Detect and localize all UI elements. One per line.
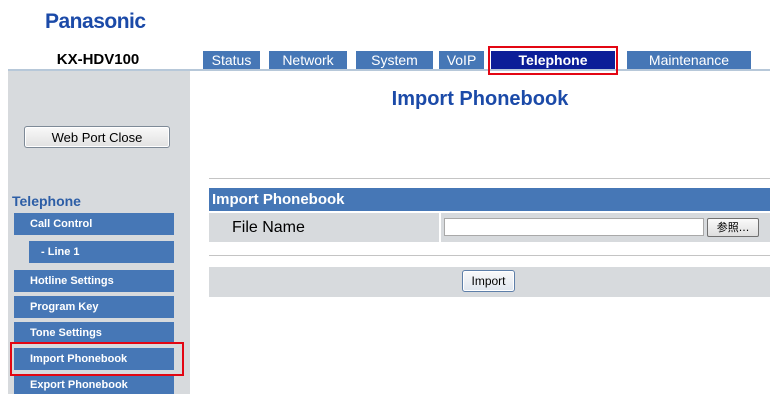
file-name-label: File Name bbox=[209, 213, 439, 242]
sidebar-item-program-key[interactable]: Program Key bbox=[14, 296, 174, 318]
section-header: Import Phonebook bbox=[209, 188, 770, 211]
tab-voip[interactable]: VoIP bbox=[439, 51, 484, 70]
action-bar: Import bbox=[209, 267, 770, 297]
sidebar-section-title: Telephone bbox=[12, 193, 81, 209]
file-name-input[interactable] bbox=[444, 218, 704, 236]
tab-status[interactable]: Status bbox=[203, 51, 260, 70]
page-title: Import Phonebook bbox=[391, 88, 569, 110]
web-port-close-button[interactable]: Web Port Close bbox=[24, 126, 170, 148]
sidebar: Web Port Close Telephone Call Control - … bbox=[8, 71, 190, 394]
tab-maintenance[interactable]: Maintenance bbox=[627, 51, 751, 70]
sidebar-item-import-phonebook[interactable]: Import Phonebook bbox=[14, 348, 174, 370]
browse-button[interactable]: 参照... bbox=[707, 218, 759, 237]
import-button[interactable]: Import bbox=[462, 270, 515, 292]
sidebar-item-hotline-settings[interactable]: Hotline Settings bbox=[14, 270, 174, 292]
sidebar-item-tone-settings[interactable]: Tone Settings bbox=[14, 322, 174, 344]
panasonic-logo: Panasonic bbox=[45, 10, 146, 33]
content-divider-bottom bbox=[209, 255, 770, 256]
sidebar-item-call-control[interactable]: Call Control bbox=[14, 213, 174, 235]
sidebar-item-line-1[interactable]: - Line 1 bbox=[29, 241, 174, 263]
tab-network[interactable]: Network bbox=[269, 51, 347, 70]
file-name-cell: 参照... bbox=[441, 213, 770, 242]
tab-system[interactable]: System bbox=[356, 51, 433, 70]
model-name: KX-HDV100 bbox=[56, 51, 140, 68]
tab-telephone[interactable]: Telephone bbox=[491, 51, 615, 70]
sidebar-item-export-phonebook[interactable]: Export Phonebook bbox=[14, 374, 174, 394]
content-divider-top bbox=[209, 178, 770, 179]
